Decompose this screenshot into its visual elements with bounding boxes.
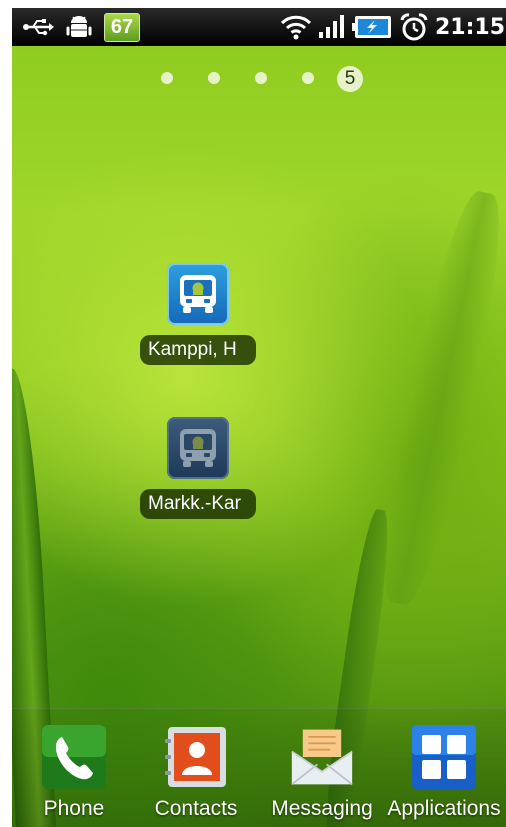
wifi-icon: [278, 12, 314, 42]
messaging-icon[interactable]: [290, 725, 354, 789]
page-indicator[interactable]: 5: [12, 66, 506, 92]
home-screen: 67 21:15 5 Kamppi, H Markk.-Kar Phone Co…: [12, 8, 506, 827]
shortcut-label[interactable]: Markk.-Kar: [140, 489, 256, 519]
page-dot[interactable]: [161, 72, 173, 84]
shortcut-label[interactable]: Kamppi, H: [140, 335, 256, 365]
bus-app-icon[interactable]: [167, 263, 229, 325]
dock-label[interactable]: Applications: [374, 797, 506, 821]
dock-label[interactable]: Phone: [12, 797, 144, 821]
battery-charging-icon: [350, 12, 394, 42]
page-dot[interactable]: [255, 72, 267, 84]
dock-item-phone[interactable]: Phone: [14, 725, 134, 825]
page-dot[interactable]: [208, 72, 220, 84]
wallpaper-grass: [368, 186, 506, 610]
notification-count-badge: 67: [104, 13, 140, 42]
dock-item-applications[interactable]: Applications: [384, 725, 504, 825]
phone-icon[interactable]: [42, 725, 106, 789]
status-clock: 21:15: [434, 14, 506, 40]
signal-icon: [316, 12, 348, 42]
dock-item-messaging[interactable]: Messaging: [262, 725, 382, 825]
alarm-icon: [398, 12, 430, 42]
applications-grid-icon[interactable]: [412, 725, 476, 789]
shortcut-markk-kar[interactable]: Markk.-Kar: [140, 417, 256, 527]
shortcut-kamppi[interactable]: Kamppi, H: [140, 263, 256, 373]
contacts-icon[interactable]: [164, 725, 228, 789]
usb-icon: [22, 12, 56, 42]
current-page-number[interactable]: 5: [337, 66, 363, 92]
android-debug-icon: [64, 12, 94, 42]
bus-app-icon[interactable]: [167, 417, 229, 479]
page-dot[interactable]: [302, 72, 314, 84]
dock-item-contacts[interactable]: Contacts: [136, 725, 256, 825]
dock-label[interactable]: Messaging: [252, 797, 392, 821]
dock-label[interactable]: Contacts: [126, 797, 266, 821]
status-bar[interactable]: 67 21:15: [12, 8, 506, 46]
dock: Phone Contacts Messaging Applications: [12, 708, 506, 827]
